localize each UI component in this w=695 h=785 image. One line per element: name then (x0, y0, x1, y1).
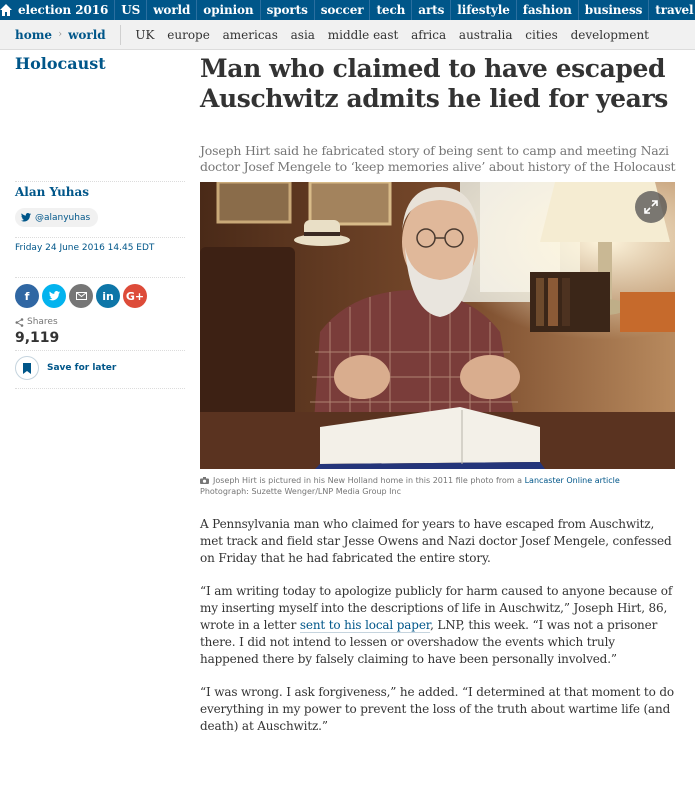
nav-item-sports[interactable]: sports (259, 0, 314, 20)
caption-link[interactable]: Lancaster Online article (525, 476, 620, 485)
nav-item-election-2016[interactable]: election 2016 (12, 0, 114, 20)
top-navigation: election 2016 US world opinion sports so… (0, 0, 695, 20)
nav-item-opinion[interactable]: opinion (196, 0, 259, 20)
section-label[interactable]: Holocaust (15, 54, 106, 73)
article-photo (200, 182, 675, 469)
nav-item-travel[interactable]: travel (648, 0, 695, 20)
article-paragraph-3: “I was wrong. I ask forgiveness,” he add… (200, 685, 674, 733)
author-name[interactable]: Alan Yuhas (15, 185, 89, 199)
save-for-later-button[interactable]: Save for later (15, 356, 116, 380)
divider (15, 237, 185, 238)
twitter-follow-button[interactable]: @alanyuhas (15, 208, 99, 227)
nav-item-fashion[interactable]: fashion (515, 0, 578, 20)
share-icon (15, 317, 24, 327)
facebook-share-button[interactable]: f (15, 284, 39, 308)
publish-date: Friday 24 June 2016 14.45 EDT (15, 243, 155, 253)
shares-label-row: Shares (15, 317, 58, 327)
shares-label: Shares (27, 317, 58, 327)
camera-icon (200, 477, 209, 484)
subnav-item-africa[interactable]: africa (405, 28, 453, 42)
divider (15, 350, 185, 351)
nav-item-us[interactable]: US (114, 0, 146, 20)
subnav-item-middle-east[interactable]: middle east (321, 28, 404, 42)
facebook-icon: f (24, 289, 30, 303)
article-paragraph-1: A Pennsylvania man who claimed for years… (200, 517, 672, 565)
google-plus-icon: G+ (125, 289, 145, 303)
subnav-item-uk[interactable]: UK (129, 28, 161, 42)
subnav-item-americas[interactable]: americas (216, 28, 284, 42)
nav-item-soccer[interactable]: soccer (313, 0, 370, 20)
breadcrumb-world[interactable]: world (68, 28, 106, 42)
bookmark-icon (15, 356, 39, 380)
twitter-share-button[interactable] (42, 284, 66, 308)
subnav-item-cities[interactable]: cities (519, 28, 564, 42)
nav-item-tech[interactable]: tech (369, 0, 411, 20)
email-share-button[interactable] (69, 284, 93, 308)
subnav-item-development[interactable]: development (564, 28, 655, 42)
subnav-divider (120, 24, 121, 45)
breadcrumb: home › world (0, 20, 120, 50)
subnav-items: UK europe americas asia middle east afri… (129, 28, 655, 42)
email-icon (75, 292, 87, 300)
linkedin-icon: in (102, 289, 114, 303)
twitter-bird-icon (21, 213, 31, 222)
local-paper-link[interactable]: sent to his local paper (299, 618, 430, 633)
subnav-item-europe[interactable]: europe (161, 28, 216, 42)
caption-text: Joseph Hirt is pictured in his New Holla… (213, 476, 525, 485)
chevron-right-icon: › (58, 29, 63, 40)
subnav-item-asia[interactable]: asia (284, 28, 321, 42)
top-nav-items: election 2016 US world opinion sports so… (12, 0, 695, 20)
nav-item-business[interactable]: business (577, 0, 649, 20)
nav-item-lifestyle[interactable]: lifestyle (450, 0, 515, 20)
nav-item-arts[interactable]: arts (411, 0, 450, 20)
photo-illustration (200, 182, 675, 469)
divider (15, 277, 185, 278)
photo-credit: Photograph: Suzette Wenger/LNP Media Gro… (200, 487, 402, 496)
shares-count: 9,119 (15, 330, 60, 346)
linkedin-share-button[interactable]: in (96, 284, 120, 308)
twitter-handle: @alanyuhas (35, 212, 91, 223)
article-headline: Man who claimed to have escaped Auschwit… (200, 54, 668, 113)
share-buttons: f in G+ (15, 284, 150, 308)
divider (15, 181, 185, 182)
photo-caption: Joseph Hirt is pictured in his New Holla… (200, 475, 675, 497)
twitter-icon (48, 291, 60, 301)
expand-image-button[interactable] (635, 191, 667, 223)
expand-icon (644, 200, 658, 214)
divider (15, 388, 185, 389)
home-icon[interactable] (0, 0, 12, 20)
article-paragraph-2: “I am writing today to apologize publicl… (200, 583, 675, 668)
google-plus-share-button[interactable]: G+ (123, 284, 147, 308)
save-for-later-label: Save for later (47, 363, 117, 373)
nav-item-world[interactable]: world (146, 0, 196, 20)
sub-navigation: home › world UK europe americas asia mid… (0, 20, 695, 50)
breadcrumb-home[interactable]: home (15, 28, 52, 42)
subnav-item-australia[interactable]: australia (453, 28, 519, 42)
article-standfirst: Joseph Hirt said he fabricated story of … (200, 143, 676, 174)
